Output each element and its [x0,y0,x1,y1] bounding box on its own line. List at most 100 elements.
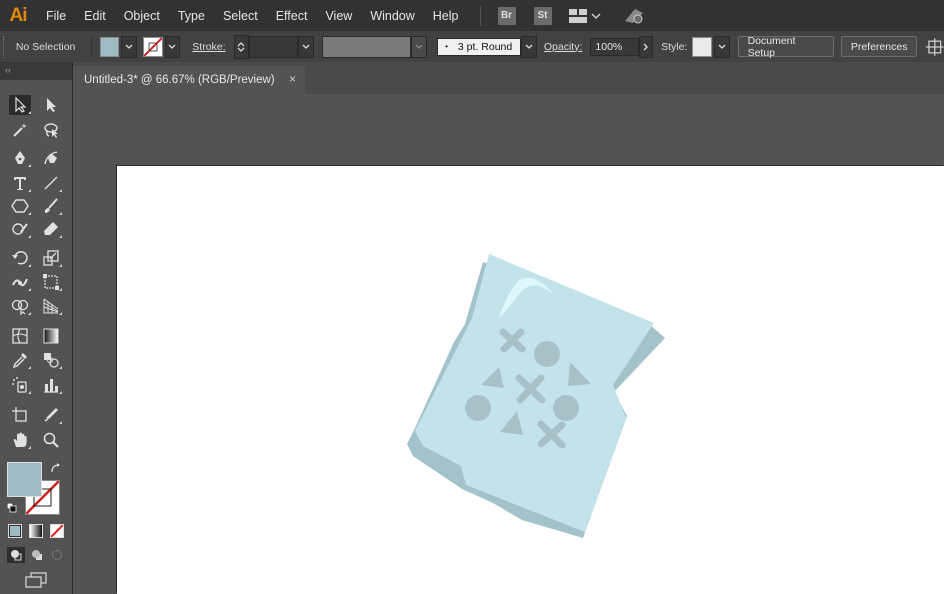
polygon-tool[interactable] [9,196,31,216]
zoom-tool[interactable] [40,430,62,450]
stroke-label[interactable]: Stroke: [192,41,225,53]
line-segment-tool[interactable] [40,173,62,193]
eyedropper-tool[interactable] [9,350,31,370]
mesh-tool[interactable] [9,326,31,346]
paintbrush-tool[interactable] [40,196,62,216]
draw-behind-button[interactable] [28,547,46,563]
gamepad-artwork[interactable] [117,166,944,594]
pen-tool[interactable] [9,148,31,168]
perspective-grid-tool[interactable] [40,296,62,316]
artboard-tool[interactable] [9,405,31,425]
hand-icon [13,432,27,447]
column-graph-tool[interactable] [40,375,62,395]
shape-builder-tool[interactable] [9,296,31,316]
document-setup-button[interactable]: Document Setup [737,35,834,59]
opacity-expand-button[interactable] [639,35,654,58]
symbol-sprayer-tool[interactable] [9,375,31,395]
slice-tool[interactable] [40,405,62,425]
brush-dropdown[interactable] [521,35,537,58]
workspace-switcher[interactable] [568,8,601,23]
stroke-weight-stepper[interactable] [233,34,250,59]
hexagon-icon [11,199,29,213]
swap-fill-stroke-icon[interactable] [50,462,62,474]
shaper-icon [12,223,28,235]
circle-symbol [553,395,579,421]
panel-grip[interactable] [3,35,10,58]
stroke-swatch[interactable] [143,36,163,57]
eraser-tool[interactable] [40,219,62,239]
none-mode-button[interactable] [50,524,64,538]
slice-knife-icon [44,408,58,422]
profile-dropdown[interactable] [411,35,428,58]
menubar-divider [479,5,481,26]
scale-icon [43,250,59,266]
document-tab[interactable]: Untitled-3* @ 66.67% (RGB/Preview) × [73,66,305,94]
stroke-weight-input[interactable] [249,35,299,58]
chevron-down-icon [718,44,726,49]
preferences-button[interactable]: Preferences [840,36,918,57]
magic-wand-tool[interactable] [9,120,31,140]
menu-object[interactable]: Object [115,9,169,23]
opacity-input[interactable]: 100% [590,37,640,56]
fill-dropdown[interactable] [121,35,138,58]
curvature-pen-icon [44,151,58,165]
draw-behind-icon [32,550,42,560]
menu-edit[interactable]: Edit [75,9,115,23]
stock-button[interactable]: St [533,6,552,25]
chevron-down-icon [237,47,245,52]
free-transform-tool[interactable] [40,272,62,292]
style-dropdown[interactable] [713,35,730,58]
blend-tool[interactable] [40,350,62,370]
graphic-style-swatch[interactable] [692,36,712,57]
menu-help[interactable]: Help [424,9,468,23]
rotate-tool[interactable] [9,248,31,268]
gradient-tool[interactable] [40,326,62,346]
brush-definition-field[interactable]: • 3 pt. Round [437,37,522,56]
control-bar: No Selection Stroke: • 3 pt. Round Opaci… [0,31,944,63]
gradient-mode-button[interactable] [29,524,43,538]
chevron-down-icon [302,44,310,49]
menu-type[interactable]: Type [169,9,214,23]
menu-select[interactable]: Select [214,9,267,23]
hand-tool[interactable] [9,430,31,450]
align-options-icon[interactable] [926,37,944,56]
fill-swatch[interactable] [99,36,120,57]
screen-mode-icon[interactable] [25,572,47,588]
menu-file[interactable]: File [36,9,75,23]
menu-window[interactable]: Window [361,9,423,23]
tools-panel-collapse[interactable]: ‹‹ [0,62,72,80]
direct-selection-tool[interactable] [40,95,62,115]
draw-inside-button[interactable] [48,547,66,563]
pen-nib-icon [15,151,25,164]
selection-tool[interactable] [9,95,31,115]
opacity-label[interactable]: Opacity: [544,41,583,53]
gpu-performance-icon[interactable] [623,7,645,25]
artboard[interactable] [117,166,944,594]
circle-symbol [534,341,560,367]
gradient-icon [43,328,59,344]
width-tool[interactable] [9,272,31,292]
draw-normal-icon [11,550,22,561]
none-color-icon [144,37,162,56]
bridge-button[interactable]: Br [497,6,516,25]
scale-tool[interactable] [40,248,62,268]
perspective-grid-icon [43,298,59,314]
shaper-tool[interactable] [9,219,31,239]
chevron-down-icon [590,12,601,19]
menu-view[interactable]: View [316,9,361,23]
menu-effect[interactable]: Effect [267,9,317,23]
lasso-tool[interactable] [40,120,62,140]
variable-width-profile[interactable] [321,35,412,58]
default-fill-stroke-icon[interactable] [7,503,17,513]
stroke-dropdown[interactable] [164,35,181,58]
arrow-solid-icon [47,98,56,112]
fill-color-swatch[interactable] [7,462,42,497]
close-icon[interactable]: × [289,72,296,86]
color-mode-button[interactable] [8,524,22,538]
style-label: Style: [661,40,688,53]
chevron-right-icon [643,43,649,50]
stroke-weight-dropdown[interactable] [298,35,314,58]
draw-normal-button[interactable] [7,547,25,563]
type-tool[interactable] [9,173,31,193]
curvature-tool[interactable] [40,148,62,168]
